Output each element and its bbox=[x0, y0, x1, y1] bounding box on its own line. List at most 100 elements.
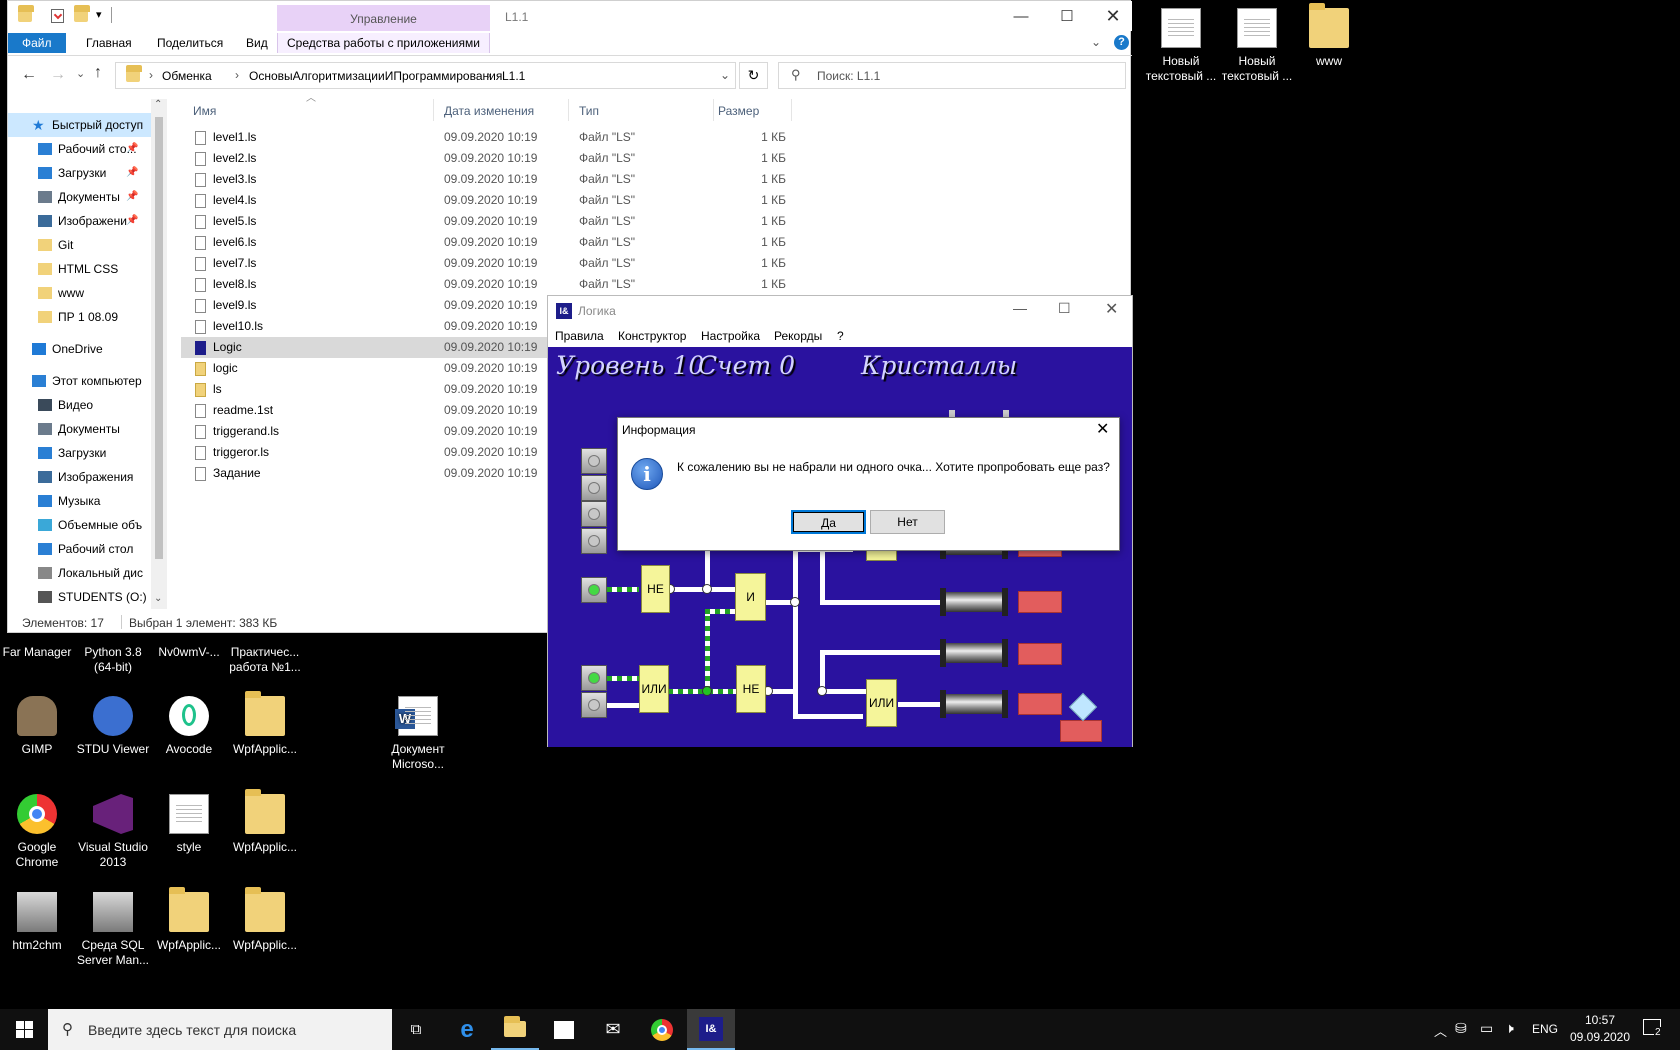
nav-item[interactable]: HTML CSS bbox=[8, 257, 158, 281]
taskbar-logic[interactable]: I& bbox=[687, 1009, 735, 1050]
nav-item[interactable]: Музыка bbox=[8, 489, 158, 513]
close-button[interactable]: ✕ bbox=[1090, 1, 1136, 31]
pin-icon[interactable]: 📌 bbox=[126, 137, 138, 161]
desktop-icon[interactable]: www bbox=[1292, 3, 1366, 69]
input-switch[interactable] bbox=[581, 692, 607, 718]
nav-item[interactable]: Изображени 📌 bbox=[8, 209, 158, 233]
nav-item[interactable]: Объемные объ bbox=[8, 513, 158, 537]
nav-item[interactable]: Этот компьютер bbox=[8, 369, 158, 393]
start-button[interactable] bbox=[0, 1009, 48, 1050]
desktop-icon[interactable]: GIMP bbox=[0, 696, 74, 757]
desktop-icon[interactable]: Nv0wmV-... bbox=[152, 633, 226, 660]
expand-ribbon-icon[interactable]: ⌄ bbox=[1091, 35, 1101, 49]
column-date[interactable]: Дата изменения bbox=[444, 104, 534, 118]
yes-button[interactable]: Да bbox=[791, 510, 866, 534]
tab-view[interactable]: Вид bbox=[238, 33, 276, 53]
input-switch[interactable] bbox=[581, 501, 607, 527]
desktop-icon[interactable]: WpfApplic... bbox=[228, 691, 302, 757]
desktop-icon[interactable]: Новый текстовый ... bbox=[1144, 8, 1218, 84]
nav-item[interactable]: Видео bbox=[8, 393, 158, 417]
network-tray-icon[interactable]: ⛁ bbox=[1455, 1020, 1467, 1037]
column-size[interactable]: Размер bbox=[718, 104, 759, 118]
taskbar-mail[interactable]: ✉ bbox=[589, 1009, 637, 1050]
taskbar-store[interactable] bbox=[540, 1009, 588, 1050]
nav-item[interactable]: ★ Быстрый доступ bbox=[8, 113, 158, 137]
desktop-icon[interactable]: Avocode bbox=[152, 696, 226, 757]
desktop-icon[interactable]: Far Manager bbox=[0, 633, 74, 660]
search-box[interactable]: ⚲ Поиск: L1.1 bbox=[778, 62, 1126, 89]
nav-item[interactable]: Документы bbox=[8, 417, 158, 441]
input-switch[interactable] bbox=[581, 665, 607, 691]
desktop-icon[interactable]: htm2chm bbox=[0, 892, 74, 953]
nav-scroll-thumb[interactable] bbox=[155, 117, 163, 559]
properties-icon[interactable] bbox=[51, 9, 64, 23]
file-row[interactable]: level7.ls 09.09.2020 10:19 Файл "LS" 1 КБ bbox=[181, 253, 786, 274]
column-divider[interactable] bbox=[433, 99, 434, 121]
taskbar-chrome[interactable] bbox=[638, 1009, 686, 1050]
logic-maximize-button[interactable]: ☐ bbox=[1058, 300, 1071, 317]
nav-item[interactable]: Рабочий стол bbox=[8, 537, 158, 561]
back-arrow-icon[interactable]: ← bbox=[21, 66, 37, 84]
nav-item[interactable]: STUDENTS (O:) bbox=[8, 585, 158, 609]
logic-minimize-button[interactable]: — bbox=[1013, 300, 1027, 316]
nav-item[interactable]: www bbox=[8, 281, 158, 305]
quick-access-dropdown-icon[interactable]: ▾ bbox=[96, 8, 102, 21]
menu-rules[interactable]: Правила bbox=[555, 329, 604, 343]
show-hidden-icons[interactable]: ︿ bbox=[1434, 1021, 1447, 1040]
address-bar[interactable]: › Обменка › ОсновыАлгоритмизацииИПрограм… bbox=[115, 62, 736, 89]
column-type[interactable]: Тип bbox=[579, 104, 599, 118]
file-row[interactable]: level6.ls 09.09.2020 10:19 Файл "LS" 1 КБ bbox=[181, 232, 786, 253]
nav-item[interactable]: Загрузки 📌 bbox=[8, 161, 158, 185]
nav-item[interactable]: OneDrive bbox=[8, 337, 158, 361]
recent-dropdown-icon[interactable]: ⌄ bbox=[76, 67, 85, 80]
input-switch[interactable] bbox=[581, 577, 607, 603]
file-row[interactable]: level8.ls 09.09.2020 10:19 Файл "LS" 1 КБ bbox=[181, 274, 786, 295]
taskbar-search-box[interactable]: ⚲ Введите здесь текст для поиска bbox=[48, 1009, 392, 1050]
scroll-down-icon[interactable]: ⌄ bbox=[154, 593, 162, 604]
desktop-icon[interactable]: Практичес... работа №1... bbox=[228, 633, 302, 675]
nav-item[interactable]: Загрузки bbox=[8, 441, 158, 465]
tab-file[interactable]: Файл bbox=[8, 33, 66, 53]
input-switch[interactable] bbox=[581, 448, 607, 474]
volume-muted-icon[interactable]: 🕨 bbox=[1505, 1020, 1514, 1037]
column-divider[interactable] bbox=[713, 99, 714, 121]
minimize-button[interactable]: — bbox=[998, 1, 1044, 31]
nav-item[interactable]: Изображения bbox=[8, 465, 158, 489]
logic-close-button[interactable]: ✕ bbox=[1105, 299, 1118, 319]
scroll-up-icon[interactable]: ⌃ bbox=[154, 99, 162, 110]
menu-records[interactable]: Рекорды bbox=[774, 329, 822, 343]
nav-scrollbar[interactable]: ⌃ ⌄ bbox=[151, 99, 167, 609]
desktop-icon[interactable]: STDU Viewer bbox=[76, 696, 150, 757]
file-row[interactable]: level5.ls 09.09.2020 10:19 Файл "LS" 1 КБ bbox=[181, 211, 786, 232]
pin-icon[interactable]: 📌 bbox=[126, 185, 138, 209]
desktop-icon[interactable]: Visual Studio 2013 bbox=[76, 794, 150, 870]
tab-home[interactable]: Главная bbox=[78, 33, 140, 53]
no-button[interactable]: Нет bbox=[870, 510, 945, 534]
language-indicator[interactable]: ENG bbox=[1532, 1022, 1558, 1036]
file-row[interactable]: level2.ls 09.09.2020 10:19 Файл "LS" 1 КБ bbox=[181, 148, 786, 169]
file-row[interactable]: level1.ls 09.09.2020 10:19 Файл "LS" 1 КБ bbox=[181, 127, 786, 148]
breadcrumb-item[interactable]: ОсновыАлгоритмизацииИПрограммирования bbox=[236, 69, 502, 83]
column-divider[interactable] bbox=[568, 99, 569, 121]
tab-share[interactable]: Поделиться bbox=[149, 33, 231, 53]
notifications-icon[interactable]: 2 bbox=[1643, 1019, 1662, 1038]
taskbar-edge[interactable]: e bbox=[443, 1009, 491, 1050]
breadcrumb-chevron-icon[interactable]: › bbox=[149, 68, 153, 82]
display-tray-icon[interactable]: ▭ bbox=[1480, 1020, 1493, 1037]
menu-help[interactable]: ? bbox=[837, 329, 844, 343]
desktop-icon[interactable]: Python 3.8 (64-bit) bbox=[76, 633, 150, 675]
up-arrow-icon[interactable]: ↑ bbox=[94, 64, 102, 82]
desktop-icon[interactable]: WpfApplic... bbox=[228, 887, 302, 953]
desktop-icon[interactable]: Новый текстовый ... bbox=[1220, 8, 1294, 84]
help-icon[interactable]: ? bbox=[1114, 35, 1129, 50]
input-switch[interactable] bbox=[581, 475, 607, 501]
pin-icon[interactable]: 📌 bbox=[126, 209, 138, 233]
new-folder-icon[interactable] bbox=[74, 5, 90, 22]
file-row[interactable]: level4.ls 09.09.2020 10:19 Файл "LS" 1 КБ bbox=[181, 190, 786, 211]
task-view-button[interactable]: ⧉ bbox=[392, 1009, 440, 1050]
dialog-close-button[interactable]: ✕ bbox=[1096, 419, 1109, 439]
column-name[interactable]: Имя bbox=[193, 104, 216, 118]
nav-item[interactable]: Рабочий сто... 📌 bbox=[8, 137, 158, 161]
refresh-button[interactable]: ↻ bbox=[739, 62, 768, 89]
desktop-icon[interactable]: Google Chrome bbox=[0, 794, 74, 870]
